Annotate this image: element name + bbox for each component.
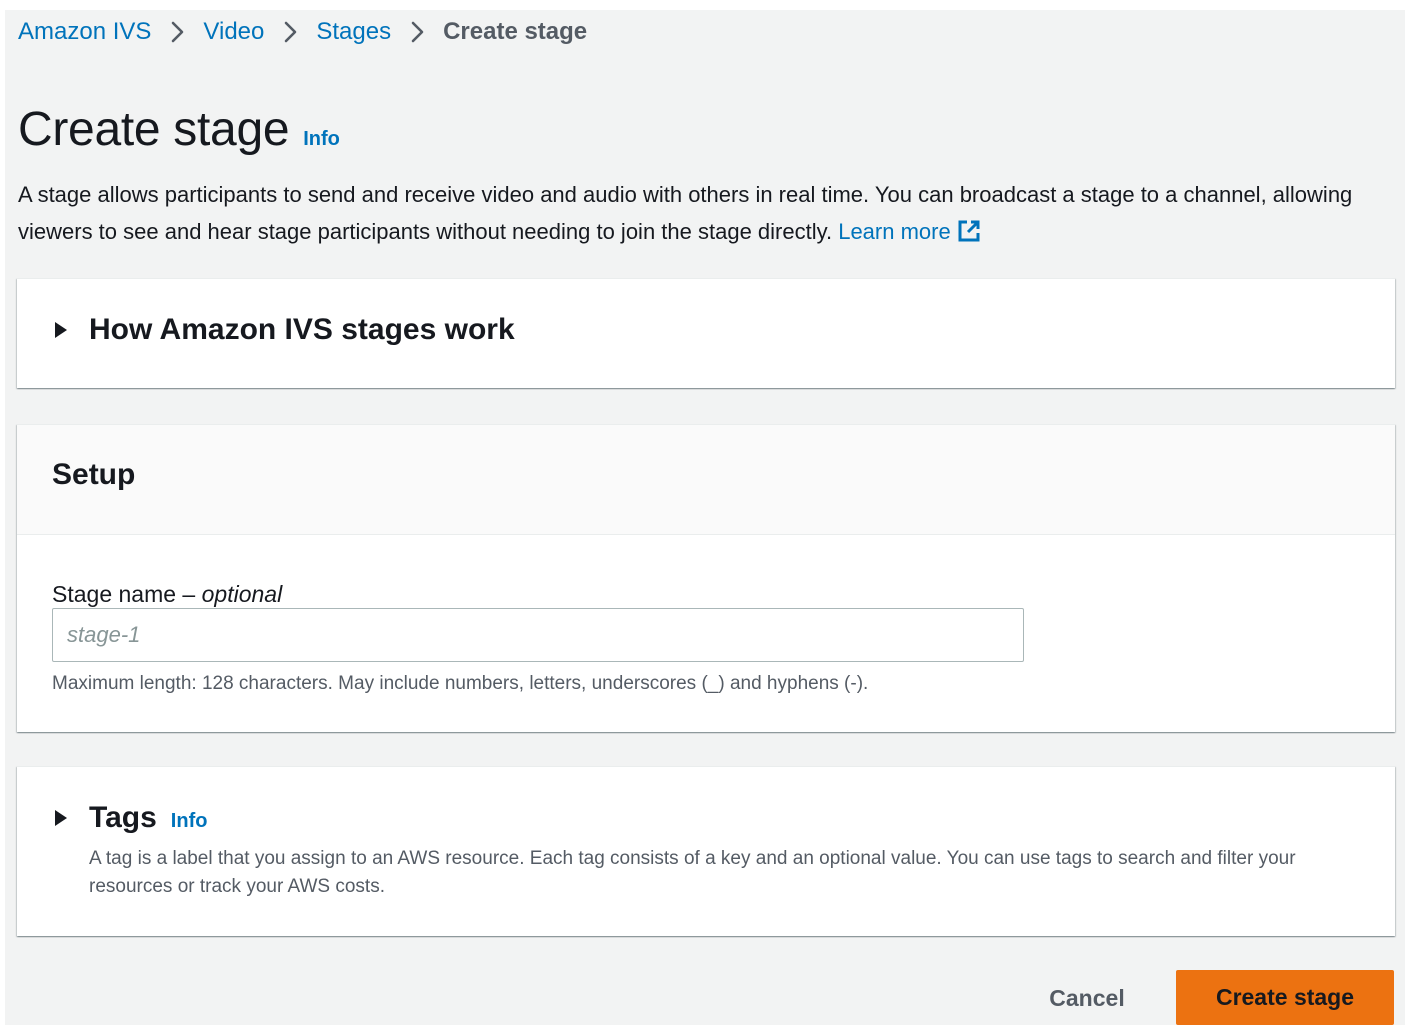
caret-right-icon (55, 810, 67, 826)
how-it-works-expander[interactable]: How Amazon IVS stages work (53, 313, 515, 347)
setup-header: Setup (17, 425, 1395, 535)
external-link-icon (958, 220, 980, 242)
header-info-link[interactable]: Info (303, 128, 340, 151)
breadcrumb-stages[interactable]: Stages (316, 18, 391, 46)
label-separator: – (176, 581, 202, 607)
optional-label: optional (201, 581, 283, 607)
caret-right-icon (55, 322, 67, 338)
chevron-right-icon (168, 21, 186, 43)
setup-panel: Setup Stage name – optional Maximum leng… (17, 424, 1395, 732)
setup-title: Setup (52, 458, 136, 491)
create-stage-button[interactable]: Create stage (1176, 970, 1394, 1025)
tags-info-link[interactable]: Info (171, 810, 208, 833)
chevron-right-icon (281, 21, 299, 43)
tags-description: A tag is a label that you assign to an A… (89, 848, 1296, 897)
tags-title: Tags (89, 801, 157, 834)
breadcrumb: Amazon IVS Video Stages Create stage (18, 16, 587, 48)
page-background: Amazon IVS Video Stages Create stage Cre… (5, 10, 1405, 1025)
stage-name-input[interactable] (52, 608, 1024, 662)
page-title: Create stage (18, 103, 290, 156)
tags-panel: Tags Info A tag is a label that you assi… (17, 766, 1395, 936)
breadcrumb-video[interactable]: Video (203, 18, 264, 46)
stage-name-label: Stage name – optional (52, 581, 282, 608)
chevron-right-icon (408, 21, 426, 43)
cancel-button[interactable]: Cancel (1015, 972, 1159, 1024)
breadcrumb-current: Create stage (443, 18, 588, 45)
description-text: A stage allows participants to send and … (18, 182, 1353, 244)
learn-more-link[interactable]: Learn more (838, 219, 981, 244)
learn-more-label: Learn more (838, 219, 951, 244)
stage-name-constraint: Maximum length: 128 characters. May incl… (52, 673, 869, 694)
page-description: A stage allows participants to send and … (18, 176, 1388, 250)
breadcrumb-amazon-ivs[interactable]: Amazon IVS (18, 18, 151, 46)
how-it-works-title: How Amazon IVS stages work (89, 313, 515, 346)
how-it-works-panel: How Amazon IVS stages work (17, 278, 1395, 388)
page-header: Create stage Info (18, 102, 340, 157)
tags-expander[interactable]: Tags Info (53, 801, 207, 835)
stage-name-label-text: Stage name (52, 581, 177, 607)
